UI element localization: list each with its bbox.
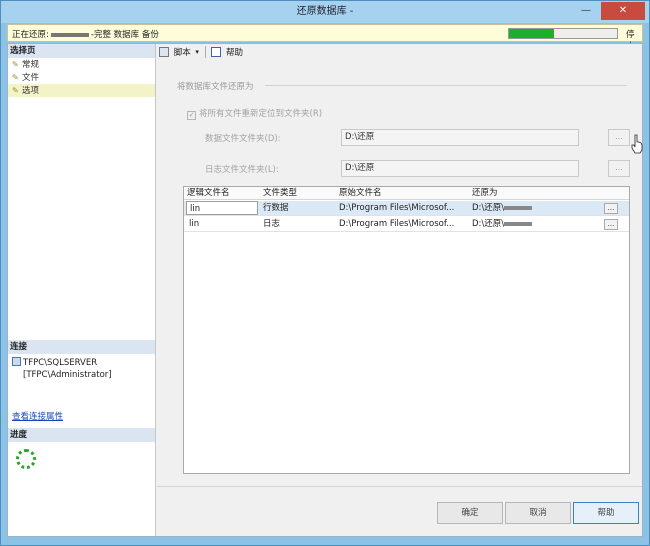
options-panel: 脚本 ▾ 帮助 将数据库文件还原为 ✓ 将所有文件重新定位到文件夹(R) 数据文件…	[157, 44, 643, 536]
sidebar-item-files[interactable]: ✎ 文件	[8, 71, 155, 84]
sidebar-item-general[interactable]: ✎ 常规	[8, 58, 155, 71]
relocate-checkbox[interactable]: ✓	[187, 111, 196, 120]
log-folder-label: 日志文件文件夹(L):	[205, 165, 279, 175]
page-icon: ✎	[12, 73, 19, 82]
restore-as-cell[interactable]: D:\还原\	[469, 217, 599, 231]
data-folder-input[interactable]: D:\还原	[341, 129, 579, 146]
log-folder-browse-button[interactable]: ...	[608, 160, 630, 177]
toolbar-separator	[204, 46, 206, 58]
column-header-restore-as[interactable]: 还原为	[469, 187, 599, 199]
row-browse-button[interactable]: ...	[604, 219, 618, 230]
server-label: TFPC\SQLSERVER	[23, 358, 98, 368]
cancel-button[interactable]: 取消	[505, 502, 571, 524]
script-button[interactable]: 脚本	[174, 46, 191, 58]
status-bar: 正在还原:-完整 数据库 备份 停止	[7, 24, 643, 52]
server-icon	[12, 357, 21, 366]
page-icon: ✎	[12, 60, 19, 69]
restore-as-path: D:\还原\	[472, 219, 505, 229]
connection-header: 连接	[8, 340, 155, 354]
table-row[interactable]: lin 日志 D:\Program Files\Microsof... D:\还…	[184, 217, 629, 232]
file-type-cell: 行数据	[263, 203, 289, 213]
redacted-name	[50, 32, 89, 37]
restore-as-path: D:\还原\	[472, 203, 505, 213]
restore-progress-bar	[508, 28, 618, 39]
title-bar: 还原数据库 - — ✕	[1, 1, 649, 23]
page-selector: 选择页 ✎ 常规 ✎ 文件 ✎ 选项 连接 TFPC\SQLSERVER [TFPC\…	[8, 44, 156, 536]
status-prefix: 正在还原:	[12, 30, 49, 40]
table-row[interactable]: lin 行数据 D:\Program Files\Microsof... D:\…	[184, 201, 629, 216]
progress-fill	[509, 29, 555, 38]
logical-name-cell[interactable]: lin	[186, 217, 258, 231]
sidebar-item-options[interactable]: ✎ 选项	[8, 84, 155, 97]
page-icon: ✎	[12, 86, 19, 95]
chevron-down-icon[interactable]: ▾	[195, 48, 199, 56]
relocate-files-option[interactable]: ✓ 将所有文件重新定位到文件夹(R)	[187, 107, 322, 120]
sidebar-item-label: 选项	[22, 86, 40, 96]
data-folder-label: 数据文件文件夹(D):	[205, 134, 281, 144]
minimize-button[interactable]: —	[575, 2, 597, 20]
logical-name-cell[interactable]: lin	[186, 201, 258, 215]
file-grid: 逻辑文件名 文件类型 原始文件名 还原为 lin 行数据 D:\Program …	[183, 186, 630, 474]
help-button[interactable]: 帮助	[573, 502, 639, 524]
sidebar-item-label: 文件	[22, 73, 40, 83]
close-button[interactable]: ✕	[601, 2, 645, 20]
dialog-body: 选择页 ✎ 常规 ✎ 文件 ✎ 选项 连接 TFPC\SQLSERVER [TFPC\…	[7, 43, 643, 537]
group-divider	[265, 85, 627, 86]
row-browse-button[interactable]: ...	[604, 203, 618, 214]
data-folder-browse-button[interactable]: ...	[608, 129, 630, 146]
redacted-filename	[504, 205, 533, 210]
sidebar-item-label: 常规	[22, 60, 40, 70]
file-type-cell: 日志	[263, 219, 281, 229]
column-header-file-type[interactable]: 文件类型	[260, 187, 336, 199]
log-folder-input[interactable]: D:\还原	[341, 160, 579, 177]
restore-files-group-label: 将数据库文件还原为	[177, 82, 254, 92]
original-name-cell: D:\Program Files\Microsof...	[339, 219, 455, 229]
ok-button[interactable]: 确定	[437, 502, 503, 524]
script-icon	[159, 47, 169, 57]
progress-header: 进度	[8, 428, 155, 442]
view-connection-properties-link[interactable]: 查看连接属性	[12, 410, 63, 422]
status-suffix: -完整 数据库 备份	[90, 30, 159, 40]
restore-database-dialog: 还原数据库 - — ✕ 正在还原:-完整 数据库 备份 停止 选择页 ✎常规 ✎…	[0, 0, 650, 546]
redacted-filename	[504, 221, 533, 226]
relocate-checkbox-label: 将所有文件重新定位到文件夹(R)	[199, 109, 323, 119]
help-toolbar-button[interactable]: 帮助	[226, 46, 243, 58]
progress-spinner-icon	[16, 449, 36, 469]
original-name-cell: D:\Program Files\Microsof...	[339, 203, 455, 213]
window-title: 还原数据库 -	[296, 6, 354, 17]
status-message: 正在还原: -完整 数据库 备份	[12, 28, 159, 40]
column-header-original-name[interactable]: 原始文件名	[336, 187, 468, 199]
restore-as-cell[interactable]: D:\还原\	[469, 201, 599, 215]
select-page-header: 选择页	[8, 44, 155, 58]
hand-cursor-icon	[631, 134, 643, 154]
dialog-footer: 确定 取消 帮助	[157, 486, 642, 536]
server-name: TFPC\SQLSERVER	[12, 357, 97, 368]
help-icon	[211, 47, 222, 57]
connection-user: [TFPC\Administrator]	[23, 370, 112, 380]
grid-header-row: 逻辑文件名 文件类型 原始文件名 还原为	[184, 187, 629, 200]
column-header-logical-name[interactable]: 逻辑文件名	[184, 187, 258, 199]
toolbar: 脚本 ▾ 帮助	[159, 46, 243, 62]
